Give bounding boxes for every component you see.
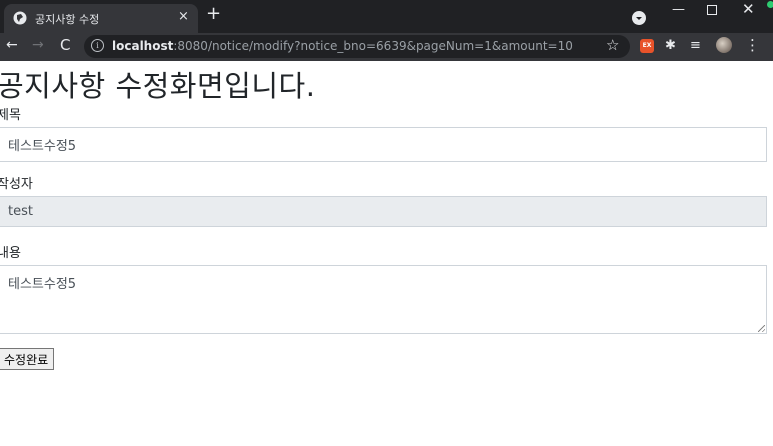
title-input[interactable]: 테스트수정5 — [0, 127, 767, 162]
status-dot-icon — [767, 1, 773, 8]
globe-icon — [13, 11, 27, 25]
page-title: 공지사항 수정화면입니다. — [0, 69, 316, 103]
title-label: 제목 — [0, 108, 21, 123]
back-button[interactable]: ← — [6, 37, 18, 53]
url-text[interactable]: localhost:8080/notice/modify?notice_bno=… — [112, 39, 573, 53]
tab-strip: 공지사항 수정 × + — ✕ — [0, 0, 773, 33]
address-bar[interactable]: i localhost:8080/notice/modify?notice_bn… — [84, 35, 630, 58]
tab-title: 공지사항 수정 — [35, 13, 100, 26]
media-control-icon[interactable]: ≡ — [690, 38, 701, 53]
content-textarea[interactable]: 테스트수정5 — [0, 265, 767, 334]
resize-handle-icon[interactable] — [758, 325, 765, 332]
minimize-button[interactable]: — — [672, 2, 685, 17]
bookmark-star-icon[interactable]: ☆ — [606, 36, 619, 54]
forward-button[interactable]: → — [32, 37, 44, 53]
page-content: 공지사항 수정화면입니다. 제목 테스트수정5 작성자 test 내용 테스트수… — [0, 61, 773, 446]
tab-search-icon[interactable] — [632, 11, 646, 25]
content-label: 내용 — [0, 246, 21, 261]
extensions-puzzle-icon[interactable]: ✱ — [665, 38, 676, 53]
writer-label: 작성자 — [0, 177, 33, 192]
browser-toolbar: ← → C i localhost:8080/notice/modify?not… — [0, 33, 773, 61]
extension-ex-icon[interactable]: EX — [640, 39, 654, 53]
new-tab-button[interactable]: + — [206, 3, 221, 24]
url-host: localhost — [112, 39, 174, 53]
maximize-button[interactable] — [707, 5, 717, 15]
profile-avatar[interactable] — [716, 37, 732, 53]
info-icon[interactable]: i — [91, 39, 104, 52]
window-close-button[interactable]: ✕ — [742, 0, 755, 18]
reload-button[interactable]: C — [60, 36, 70, 54]
submit-button[interactable]: 수정완료 — [0, 348, 55, 370]
menu-dots-icon[interactable]: ⋮ — [745, 36, 760, 54]
url-path: :8080/notice/modify?notice_bno=6639&page… — [173, 39, 573, 53]
writer-input[interactable]: test — [0, 196, 767, 227]
content-text: 테스트수정5 — [8, 277, 77, 292]
browser-tab[interactable]: 공지사항 수정 × — [4, 4, 198, 33]
tab-close-button[interactable]: × — [178, 9, 189, 24]
